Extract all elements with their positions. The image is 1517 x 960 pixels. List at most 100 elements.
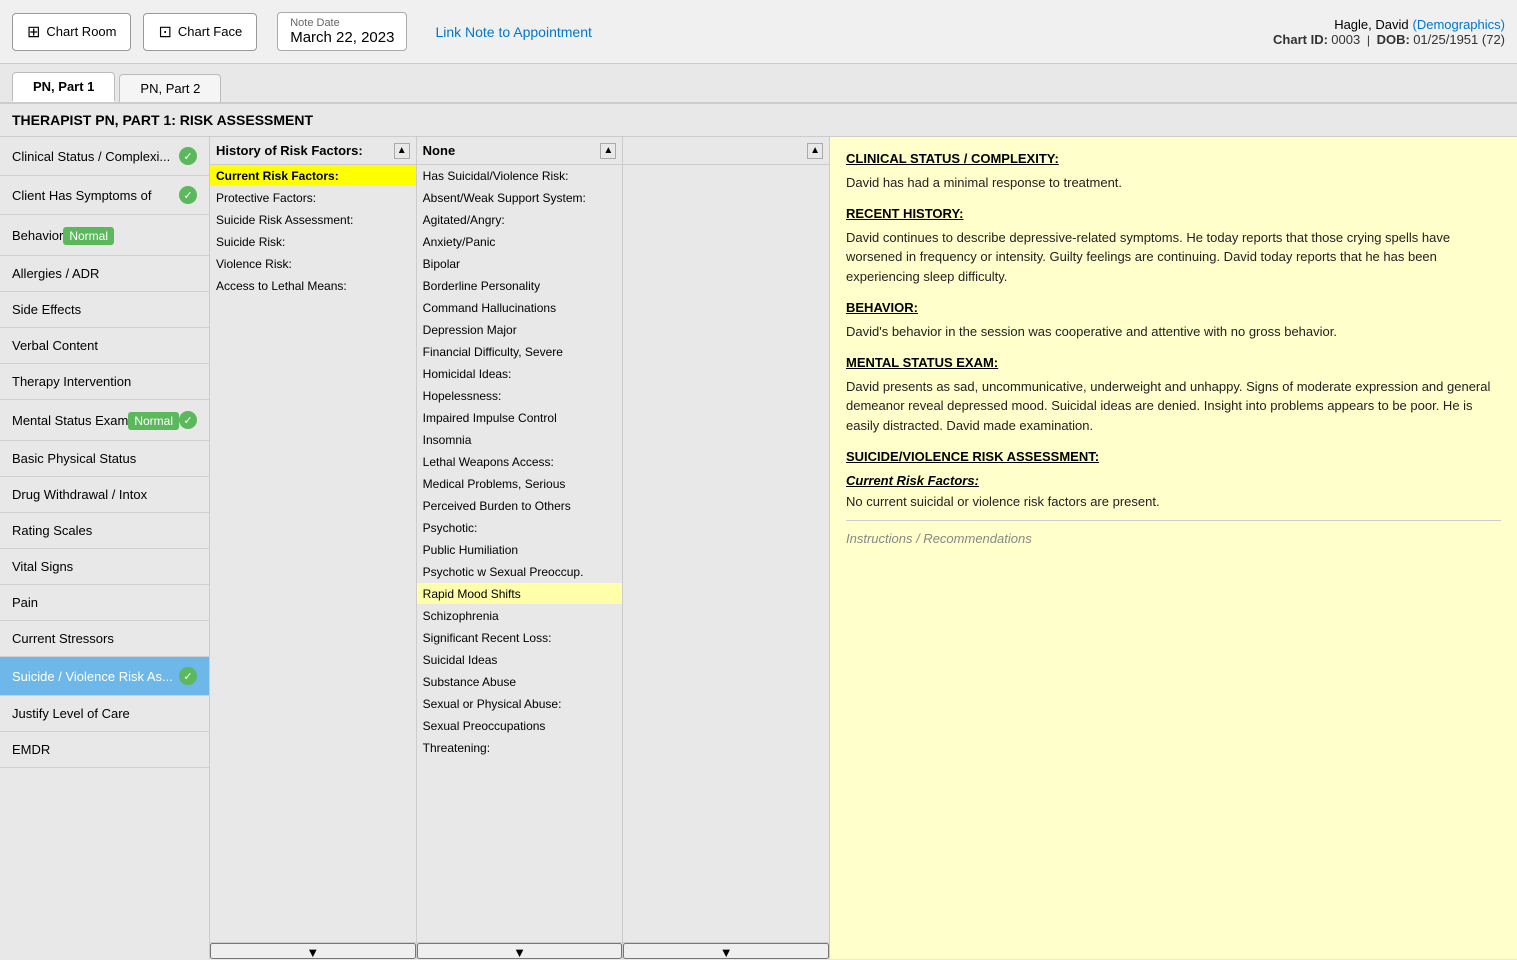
- col2-item-25[interactable]: Sexual Preoccupations: [417, 715, 623, 737]
- col2-item-7[interactable]: Depression Major: [417, 319, 623, 341]
- col3-item-10[interactable]: [623, 385, 829, 407]
- nav-item-10[interactable]: Rating Scales: [0, 513, 209, 549]
- col3-item-1[interactable]: [623, 187, 829, 209]
- col2-item-18[interactable]: Psychotic w Sexual Preoccup.: [417, 561, 623, 583]
- tab-pn-part2[interactable]: PN, Part 2: [119, 74, 221, 102]
- list-col-3-scroll-up[interactable]: ▲: [807, 143, 823, 159]
- col3-item-9[interactable]: [623, 363, 829, 385]
- col2-item-6[interactable]: Command Hallucinations: [417, 297, 623, 319]
- col1-item-24[interactable]: [210, 693, 416, 715]
- col2-item-26[interactable]: Threatening:: [417, 737, 623, 759]
- col1-item-18[interactable]: [210, 561, 416, 583]
- col1-item-7[interactable]: [210, 319, 416, 341]
- nav-item-7[interactable]: Mental Status ExamNormal✓: [0, 400, 209, 441]
- chart-face-button[interactable]: ⊡ Chart Face: [143, 13, 257, 51]
- list-col-2-scroll-up[interactable]: ▲: [600, 143, 616, 159]
- col2-item-1[interactable]: Absent/Weak Support System:: [417, 187, 623, 209]
- col1-item-14[interactable]: [210, 473, 416, 495]
- col3-item-8[interactable]: [623, 341, 829, 363]
- col3-item-6[interactable]: [623, 297, 829, 319]
- col1-item-8[interactable]: [210, 341, 416, 363]
- col1-item-19[interactable]: [210, 583, 416, 605]
- col2-item-21[interactable]: Significant Recent Loss:: [417, 627, 623, 649]
- nav-item-14[interactable]: Suicide / Violence Risk As...✓: [0, 657, 209, 696]
- demographics-link[interactable]: (Demographics): [1413, 17, 1505, 32]
- link-appointment-button[interactable]: Link Note to Appointment: [435, 24, 591, 40]
- col1-item-16[interactable]: [210, 517, 416, 539]
- col2-item-4[interactable]: Bipolar: [417, 253, 623, 275]
- col2-item-11[interactable]: Impaired Impulse Control: [417, 407, 623, 429]
- nav-item-15[interactable]: Justify Level of Care: [0, 696, 209, 732]
- col3-item-24[interactable]: [623, 693, 829, 715]
- col1-item-21[interactable]: [210, 627, 416, 649]
- nav-item-5[interactable]: Verbal Content: [0, 328, 209, 364]
- col2-item-3[interactable]: Anxiety/Panic: [417, 231, 623, 253]
- nav-item-16[interactable]: EMDR: [0, 732, 209, 768]
- nav-item-4[interactable]: Side Effects: [0, 292, 209, 328]
- col1-item-6[interactable]: [210, 297, 416, 319]
- nav-item-6[interactable]: Therapy Intervention: [0, 364, 209, 400]
- col1-item-0[interactable]: Current Risk Factors:: [210, 165, 416, 187]
- col3-item-20[interactable]: [623, 605, 829, 627]
- col3-item-13[interactable]: [623, 451, 829, 473]
- col3-item-12[interactable]: [623, 429, 829, 451]
- col2-item-14[interactable]: Medical Problems, Serious: [417, 473, 623, 495]
- col3-item-14[interactable]: [623, 473, 829, 495]
- list-col-1-scroll-up[interactable]: ▲: [394, 143, 410, 159]
- col1-item-5[interactable]: Access to Lethal Means:: [210, 275, 416, 297]
- col2-item-15[interactable]: Perceived Burden to Others: [417, 495, 623, 517]
- col3-item-4[interactable]: [623, 253, 829, 275]
- col3-item-21[interactable]: [623, 627, 829, 649]
- col2-item-23[interactable]: Substance Abuse: [417, 671, 623, 693]
- col3-item-0[interactable]: [623, 165, 829, 187]
- chart-room-button[interactable]: ⊞ Chart Room: [12, 13, 131, 51]
- col1-item-4[interactable]: Violence Risk:: [210, 253, 416, 275]
- col1-item-23[interactable]: [210, 671, 416, 693]
- col1-item-10[interactable]: [210, 385, 416, 407]
- nav-item-3[interactable]: Allergies / ADR: [0, 256, 209, 292]
- nav-item-0[interactable]: Clinical Status / Complexi...✓: [0, 137, 209, 176]
- col3-item-19[interactable]: [623, 583, 829, 605]
- col1-item-3[interactable]: Suicide Risk:: [210, 231, 416, 253]
- col2-item-24[interactable]: Sexual or Physical Abuse:: [417, 693, 623, 715]
- col1-item-12[interactable]: [210, 429, 416, 451]
- col1-item-13[interactable]: [210, 451, 416, 473]
- col3-item-11[interactable]: [623, 407, 829, 429]
- col3-item-23[interactable]: [623, 671, 829, 693]
- col1-item-9[interactable]: [210, 363, 416, 385]
- col1-item-15[interactable]: [210, 495, 416, 517]
- col2-item-17[interactable]: Public Humiliation: [417, 539, 623, 561]
- tab-pn-part1[interactable]: PN, Part 1: [12, 72, 115, 102]
- col1-item-20[interactable]: [210, 605, 416, 627]
- list-col-2-scroll-down[interactable]: ▼: [417, 943, 623, 959]
- col2-item-5[interactable]: Borderline Personality: [417, 275, 623, 297]
- col3-item-17[interactable]: [623, 539, 829, 561]
- col2-item-12[interactable]: Insomnia: [417, 429, 623, 451]
- nav-item-12[interactable]: Pain: [0, 585, 209, 621]
- col3-item-26[interactable]: [623, 737, 829, 759]
- col2-item-19[interactable]: Rapid Mood Shifts: [417, 583, 623, 605]
- col3-item-16[interactable]: [623, 517, 829, 539]
- col2-item-9[interactable]: Homicidal Ideas:: [417, 363, 623, 385]
- col3-item-7[interactable]: [623, 319, 829, 341]
- col1-item-22[interactable]: [210, 649, 416, 671]
- nav-item-9[interactable]: Drug Withdrawal / Intox: [0, 477, 209, 513]
- col3-item-25[interactable]: [623, 715, 829, 737]
- col2-item-10[interactable]: Hopelessness:: [417, 385, 623, 407]
- col2-item-16[interactable]: Psychotic:: [417, 517, 623, 539]
- list-col-1-scroll-down[interactable]: ▼: [210, 943, 416, 959]
- col2-item-22[interactable]: Suicidal Ideas: [417, 649, 623, 671]
- col3-item-15[interactable]: [623, 495, 829, 517]
- col3-item-5[interactable]: [623, 275, 829, 297]
- list-col-3-scroll-down[interactable]: ▼: [623, 943, 829, 959]
- col2-item-0[interactable]: Has Suicidal/Violence Risk:: [417, 165, 623, 187]
- col1-item-17[interactable]: [210, 539, 416, 561]
- col1-item-11[interactable]: [210, 407, 416, 429]
- nav-item-1[interactable]: Client Has Symptoms of✓: [0, 176, 209, 215]
- col1-item-1[interactable]: Protective Factors:: [210, 187, 416, 209]
- col3-item-18[interactable]: [623, 561, 829, 583]
- col3-item-22[interactable]: [623, 649, 829, 671]
- col1-item-2[interactable]: Suicide Risk Assessment:: [210, 209, 416, 231]
- col1-item-25[interactable]: [210, 715, 416, 737]
- col3-item-2[interactable]: [623, 209, 829, 231]
